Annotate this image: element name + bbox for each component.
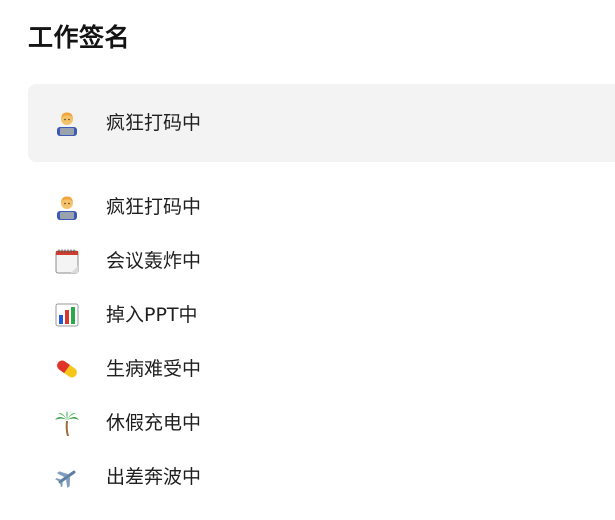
status-item-label: 休假充电中	[106, 412, 202, 434]
status-item-label: 会议轰炸中	[106, 250, 202, 272]
status-item-business-trip[interactable]: 出差奔波中	[28, 450, 588, 504]
status-list: 疯狂打码中 会议轰炸中 掉入PPT中 生病难受中 休假充电中 出差奔波中	[28, 180, 588, 504]
pill-icon	[52, 354, 82, 384]
current-status[interactable]: 疯狂打码中	[28, 84, 615, 162]
calendar-icon	[52, 246, 82, 276]
technologist-icon	[52, 108, 82, 138]
bar-chart-icon	[52, 300, 82, 330]
status-item-vacation[interactable]: 休假充电中	[28, 396, 588, 450]
status-item-label: 掉入PPT中	[106, 304, 198, 326]
technologist-icon	[52, 192, 82, 222]
status-item-coding[interactable]: 疯狂打码中	[28, 180, 588, 234]
status-item-ppt[interactable]: 掉入PPT中	[28, 288, 588, 342]
airplane-icon	[52, 462, 82, 492]
work-signature-panel: 工作签名 疯狂打码中 疯狂打码中 会议轰炸中 掉入PPT中 生病难受中 休假充电…	[0, 0, 615, 520]
status-item-label: 疯狂打码中	[106, 196, 202, 218]
current-status-label: 疯狂打码中	[106, 112, 202, 134]
status-item-label: 出差奔波中	[106, 466, 202, 488]
status-item-sick[interactable]: 生病难受中	[28, 342, 588, 396]
page-title: 工作签名	[28, 23, 131, 52]
status-item-meeting[interactable]: 会议轰炸中	[28, 234, 588, 288]
status-item-label: 生病难受中	[106, 358, 202, 380]
palm-tree-icon	[52, 408, 82, 438]
